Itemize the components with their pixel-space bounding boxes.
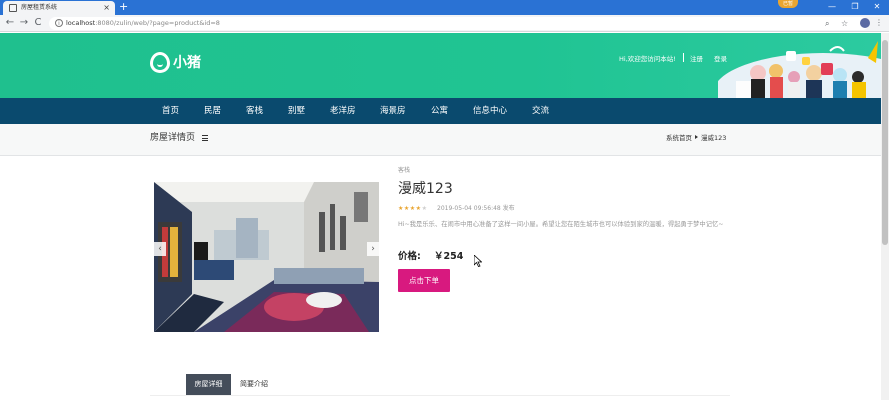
nav-item-home[interactable]: 首页 [162, 98, 179, 124]
main-nav: 首页 民居 客栈 别墅 老洋房 海景房 公寓 信息中心 交流 [0, 98, 881, 124]
subheader-bar [0, 124, 881, 156]
nav-item-apartment[interactable]: 公寓 [431, 98, 448, 124]
nav-item-inn[interactable]: 客栈 [246, 98, 263, 124]
bookmark-star-icon[interactable]: ☆ [841, 19, 848, 28]
browser-tabstrip: 房屋租赁系统 × + 已暂 — ❐ ✕ [0, 0, 889, 15]
profile-chip[interactable]: 已暂 [778, 0, 798, 8]
tab-brief-intro[interactable]: 简要介绍 [240, 374, 268, 395]
list-icon[interactable] [202, 135, 208, 141]
publish-date: 2019-05-04 09:56:48 发布 [437, 205, 515, 212]
browser-tab[interactable]: 房屋租赁系统 × [3, 1, 115, 15]
caret-right-icon [695, 135, 698, 139]
gallery-prev-button[interactable]: ‹ [154, 242, 166, 256]
category-label: 客栈 [398, 167, 411, 174]
breadcrumb: 系统首页 漫威123 [666, 134, 726, 143]
browser-tab-title: 房屋租赁系统 [21, 4, 58, 11]
breadcrumb-home-link[interactable]: 系统首页 [666, 134, 692, 142]
hero-illustration [718, 41, 881, 98]
nav-item-old-house[interactable]: 老洋房 [330, 98, 356, 124]
avatar[interactable] [860, 18, 870, 28]
greeting-text: Hi,欢迎您访问本站! [619, 55, 676, 63]
nav-item-community[interactable]: 交流 [532, 98, 549, 124]
site-header: 小猪 Hi,欢迎您访问本站! 注册 登录 [0, 33, 881, 98]
reload-button[interactable]: C [32, 17, 44, 29]
rating-stars: ★★★★★ [398, 205, 427, 213]
forward-button[interactable]: → [18, 17, 30, 29]
minimize-button[interactable]: — [822, 1, 842, 13]
star-icon: ★ [421, 205, 428, 212]
order-button[interactable]: 点击下单 [398, 269, 450, 292]
price-value: ￥254 [434, 251, 464, 262]
house-description: Hi~我是乐乐、在闹市中用心准备了这样一间小屋。希望让您在陌生城市也可以体验到家… [398, 221, 724, 228]
nav-item-villa[interactable]: 别墅 [288, 98, 305, 124]
price-label: 价格: [398, 251, 421, 262]
address-bar[interactable]: i localhost:8080/zulin/web/?page=product… [49, 17, 869, 30]
divider [150, 395, 730, 396]
new-tab-button[interactable]: + [119, 1, 128, 13]
house-photo[interactable]: ‹ › [154, 182, 379, 332]
nav-item-seaview[interactable]: 海景房 [380, 98, 406, 124]
gallery-next-button[interactable]: › [367, 242, 379, 256]
nav-item-info-center[interactable]: 信息中心 [473, 98, 507, 124]
tab-house-detail[interactable]: 房屋详细 [186, 374, 231, 395]
scrollbar-thumb[interactable] [882, 40, 888, 245]
divider [683, 53, 684, 62]
close-tab-icon[interactable]: × [103, 3, 110, 12]
breadcrumb-current: 漫威123 [701, 134, 727, 142]
info-icon[interactable]: i [55, 19, 63, 27]
url-text: localhost:8080/zulin/web/?page=product&i… [66, 19, 220, 27]
house-title: 漫威123 [398, 181, 453, 197]
close-window-button[interactable]: ✕ [867, 1, 887, 13]
page-title: 房屋详情页 [150, 133, 196, 143]
nav-item-homestay[interactable]: 民居 [204, 98, 221, 124]
register-link[interactable]: 注册 [690, 53, 703, 63]
logo-icon [150, 52, 170, 73]
page-icon [9, 4, 17, 12]
room-photo-image [154, 182, 379, 332]
back-button[interactable]: ← [4, 17, 16, 29]
page-viewport: 小猪 Hi,欢迎您访问本站! 注册 登录 首页 民居 客栈 别墅 老洋房 海景房… [0, 33, 881, 400]
menu-icon[interactable]: ⋮ [875, 17, 883, 29]
zoom-icon[interactable]: ⌕ [825, 19, 829, 28]
logo-text: 小猪 [173, 55, 201, 71]
browser-toolbar: ← → C i localhost:8080/zulin/web/?page=p… [0, 15, 889, 32]
maximize-button[interactable]: ❐ [845, 1, 865, 13]
mouse-cursor-icon [474, 255, 482, 267]
